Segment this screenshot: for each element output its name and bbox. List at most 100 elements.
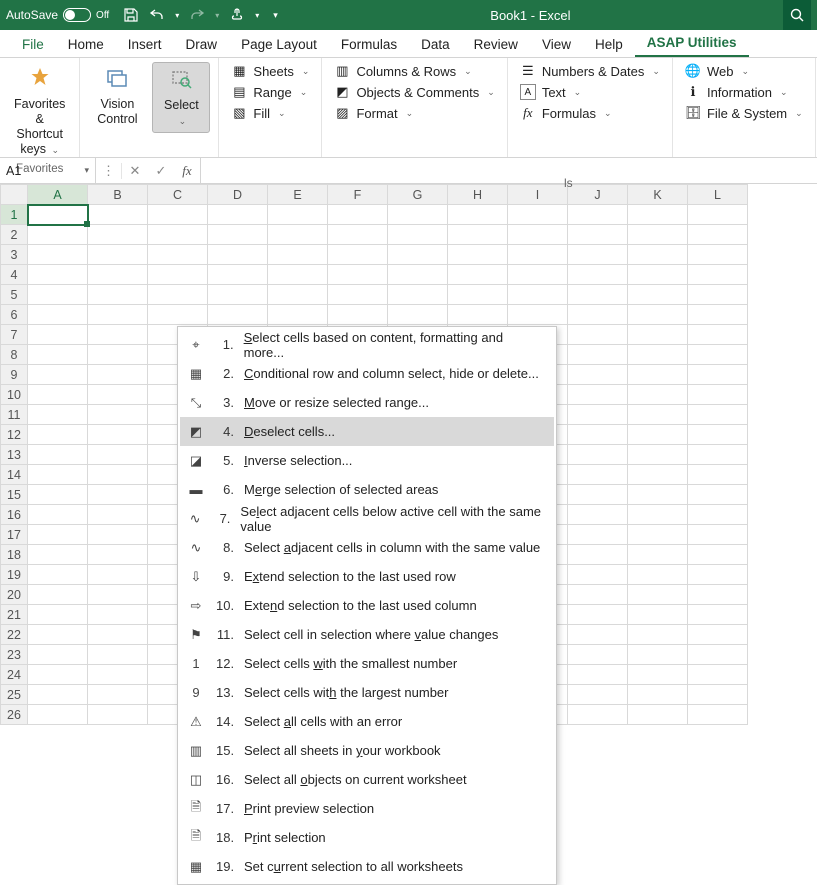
sheets-button[interactable]: ▦Sheets⌄ <box>227 62 313 80</box>
tab-draw[interactable]: Draw <box>174 32 230 57</box>
cell[interactable] <box>628 385 688 405</box>
row-header[interactable]: 6 <box>1 305 28 325</box>
cell[interactable] <box>448 245 508 265</box>
cell[interactable] <box>628 545 688 565</box>
cell[interactable] <box>88 605 148 625</box>
cell[interactable] <box>88 645 148 665</box>
row-header[interactable]: 5 <box>1 285 28 305</box>
cell[interactable] <box>688 365 748 385</box>
cell[interactable] <box>88 665 148 685</box>
menu-item-3[interactable]: ⤡ 3. Move or resize selected range... <box>180 388 554 417</box>
cell[interactable] <box>628 465 688 485</box>
cell[interactable] <box>88 205 148 225</box>
tab-help[interactable]: Help <box>583 32 635 57</box>
cell[interactable] <box>568 325 628 345</box>
cell[interactable] <box>28 545 88 565</box>
cell[interactable] <box>688 285 748 305</box>
tab-asap-utilities[interactable]: ASAP Utilities <box>635 30 749 57</box>
menu-item-10[interactable]: ⇨ 10. Extend selection to the last used … <box>180 591 554 620</box>
cell[interactable] <box>88 505 148 525</box>
cell[interactable] <box>568 265 628 285</box>
cell[interactable] <box>628 705 688 725</box>
cell[interactable] <box>28 665 88 685</box>
cell[interactable] <box>568 345 628 365</box>
cell[interactable] <box>568 565 628 585</box>
cell[interactable] <box>448 225 508 245</box>
row-header[interactable]: 7 <box>1 325 28 345</box>
cell[interactable] <box>208 225 268 245</box>
column-header[interactable]: A <box>28 185 88 205</box>
cell[interactable] <box>688 445 748 465</box>
insert-function-button[interactable]: fx <box>174 163 200 179</box>
cell[interactable] <box>628 685 688 705</box>
cell[interactable] <box>328 305 388 325</box>
cell[interactable] <box>568 245 628 265</box>
column-header[interactable]: J <box>568 185 628 205</box>
cell[interactable] <box>628 205 688 225</box>
cell[interactable] <box>628 245 688 265</box>
row-header[interactable]: 13 <box>1 445 28 465</box>
cell[interactable] <box>328 245 388 265</box>
cell[interactable] <box>568 445 628 465</box>
cell[interactable] <box>568 665 628 685</box>
menu-item-12[interactable]: 1 12. Select cells with the smallest num… <box>180 649 554 678</box>
file-system-button[interactable]: 🗄File & System⌄ <box>681 104 807 122</box>
column-header[interactable]: H <box>448 185 508 205</box>
menu-item-16[interactable]: ◫ 16. Select all objects on current work… <box>180 765 554 794</box>
cell[interactable] <box>28 525 88 545</box>
cell[interactable] <box>28 365 88 385</box>
cell[interactable] <box>28 405 88 425</box>
cell[interactable] <box>28 565 88 585</box>
cell[interactable] <box>268 285 328 305</box>
cell[interactable] <box>688 245 748 265</box>
cell[interactable] <box>688 345 748 365</box>
row-header[interactable]: 19 <box>1 565 28 585</box>
cell[interactable] <box>28 425 88 445</box>
cell[interactable] <box>208 305 268 325</box>
cell[interactable] <box>88 265 148 285</box>
column-header[interactable]: F <box>328 185 388 205</box>
menu-item-7[interactable]: ∿ 7. Select adjacent cells below active … <box>180 504 554 533</box>
cell[interactable] <box>268 265 328 285</box>
row-header[interactable]: 22 <box>1 625 28 645</box>
cell[interactable] <box>568 225 628 245</box>
cell[interactable] <box>688 705 748 725</box>
cell[interactable] <box>268 305 328 325</box>
cell[interactable] <box>688 585 748 605</box>
objects-comments-button[interactable]: ◩Objects & Comments⌄ <box>330 83 498 101</box>
cell[interactable] <box>28 285 88 305</box>
cell[interactable] <box>88 445 148 465</box>
cell[interactable] <box>388 225 448 245</box>
cell[interactable] <box>28 645 88 665</box>
menu-item-9[interactable]: ⇩ 9. Extend selection to the last used r… <box>180 562 554 591</box>
formula-input[interactable] <box>201 158 817 183</box>
cell[interactable] <box>688 605 748 625</box>
cell[interactable] <box>688 425 748 445</box>
cell[interactable] <box>88 365 148 385</box>
column-header[interactable]: G <box>388 185 448 205</box>
row-header[interactable]: 1 <box>1 205 28 225</box>
select-all-corner[interactable] <box>1 185 28 205</box>
enter-formula-button[interactable]: ✓ <box>148 163 174 179</box>
cell[interactable] <box>328 265 388 285</box>
cell[interactable] <box>568 645 628 665</box>
cell[interactable] <box>568 525 628 545</box>
cell[interactable] <box>88 525 148 545</box>
cell[interactable] <box>148 305 208 325</box>
cell[interactable] <box>568 465 628 485</box>
cell[interactable] <box>628 645 688 665</box>
menu-item-4[interactable]: ◩ 4. Deselect cells... <box>180 417 554 446</box>
cell[interactable] <box>88 625 148 645</box>
cell[interactable] <box>688 265 748 285</box>
menu-item-17[interactable]: 🗎 17. Print preview selection <box>180 794 554 823</box>
cell[interactable] <box>148 285 208 305</box>
row-header[interactable]: 2 <box>1 225 28 245</box>
undo-icon[interactable] <box>149 7 165 23</box>
cell[interactable] <box>208 285 268 305</box>
column-header[interactable]: I <box>508 185 568 205</box>
cell[interactable] <box>688 565 748 585</box>
cell[interactable] <box>88 685 148 705</box>
vision-control-button[interactable]: Vision Control <box>88 62 146 131</box>
cell[interactable] <box>28 685 88 705</box>
cell[interactable] <box>148 245 208 265</box>
